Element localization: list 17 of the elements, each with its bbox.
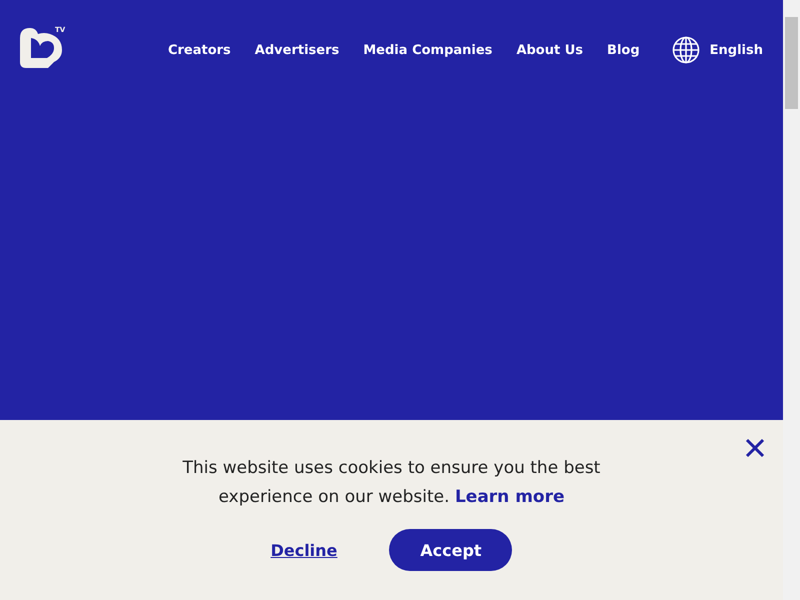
nav-link[interactable]: Media Companies	[363, 42, 492, 58]
learn-more-link[interactable]: Learn more	[454, 487, 564, 507]
language-label: English	[710, 42, 763, 58]
nav-link[interactable]: Creators	[168, 42, 231, 58]
accept-button[interactable]: Accept	[389, 529, 512, 571]
scrollbar-thumb[interactable]	[785, 17, 798, 109]
nav-link[interactable]: Advertisers	[254, 42, 340, 58]
logo-icon	[20, 28, 64, 68]
close-icon	[745, 438, 765, 458]
nav-link[interactable]: Blog	[607, 42, 640, 58]
language-selector[interactable]: English	[672, 36, 763, 64]
decline-button[interactable]: Decline	[270, 540, 338, 560]
close-button[interactable]	[745, 438, 765, 458]
cookie-message: This website uses cookies to ensure you the best experience on our website. Learn more	[182, 457, 602, 509]
globe-icon	[672, 36, 700, 64]
scrollbar[interactable]	[783, 0, 800, 600]
nav-link[interactable]: About Us	[516, 42, 584, 58]
